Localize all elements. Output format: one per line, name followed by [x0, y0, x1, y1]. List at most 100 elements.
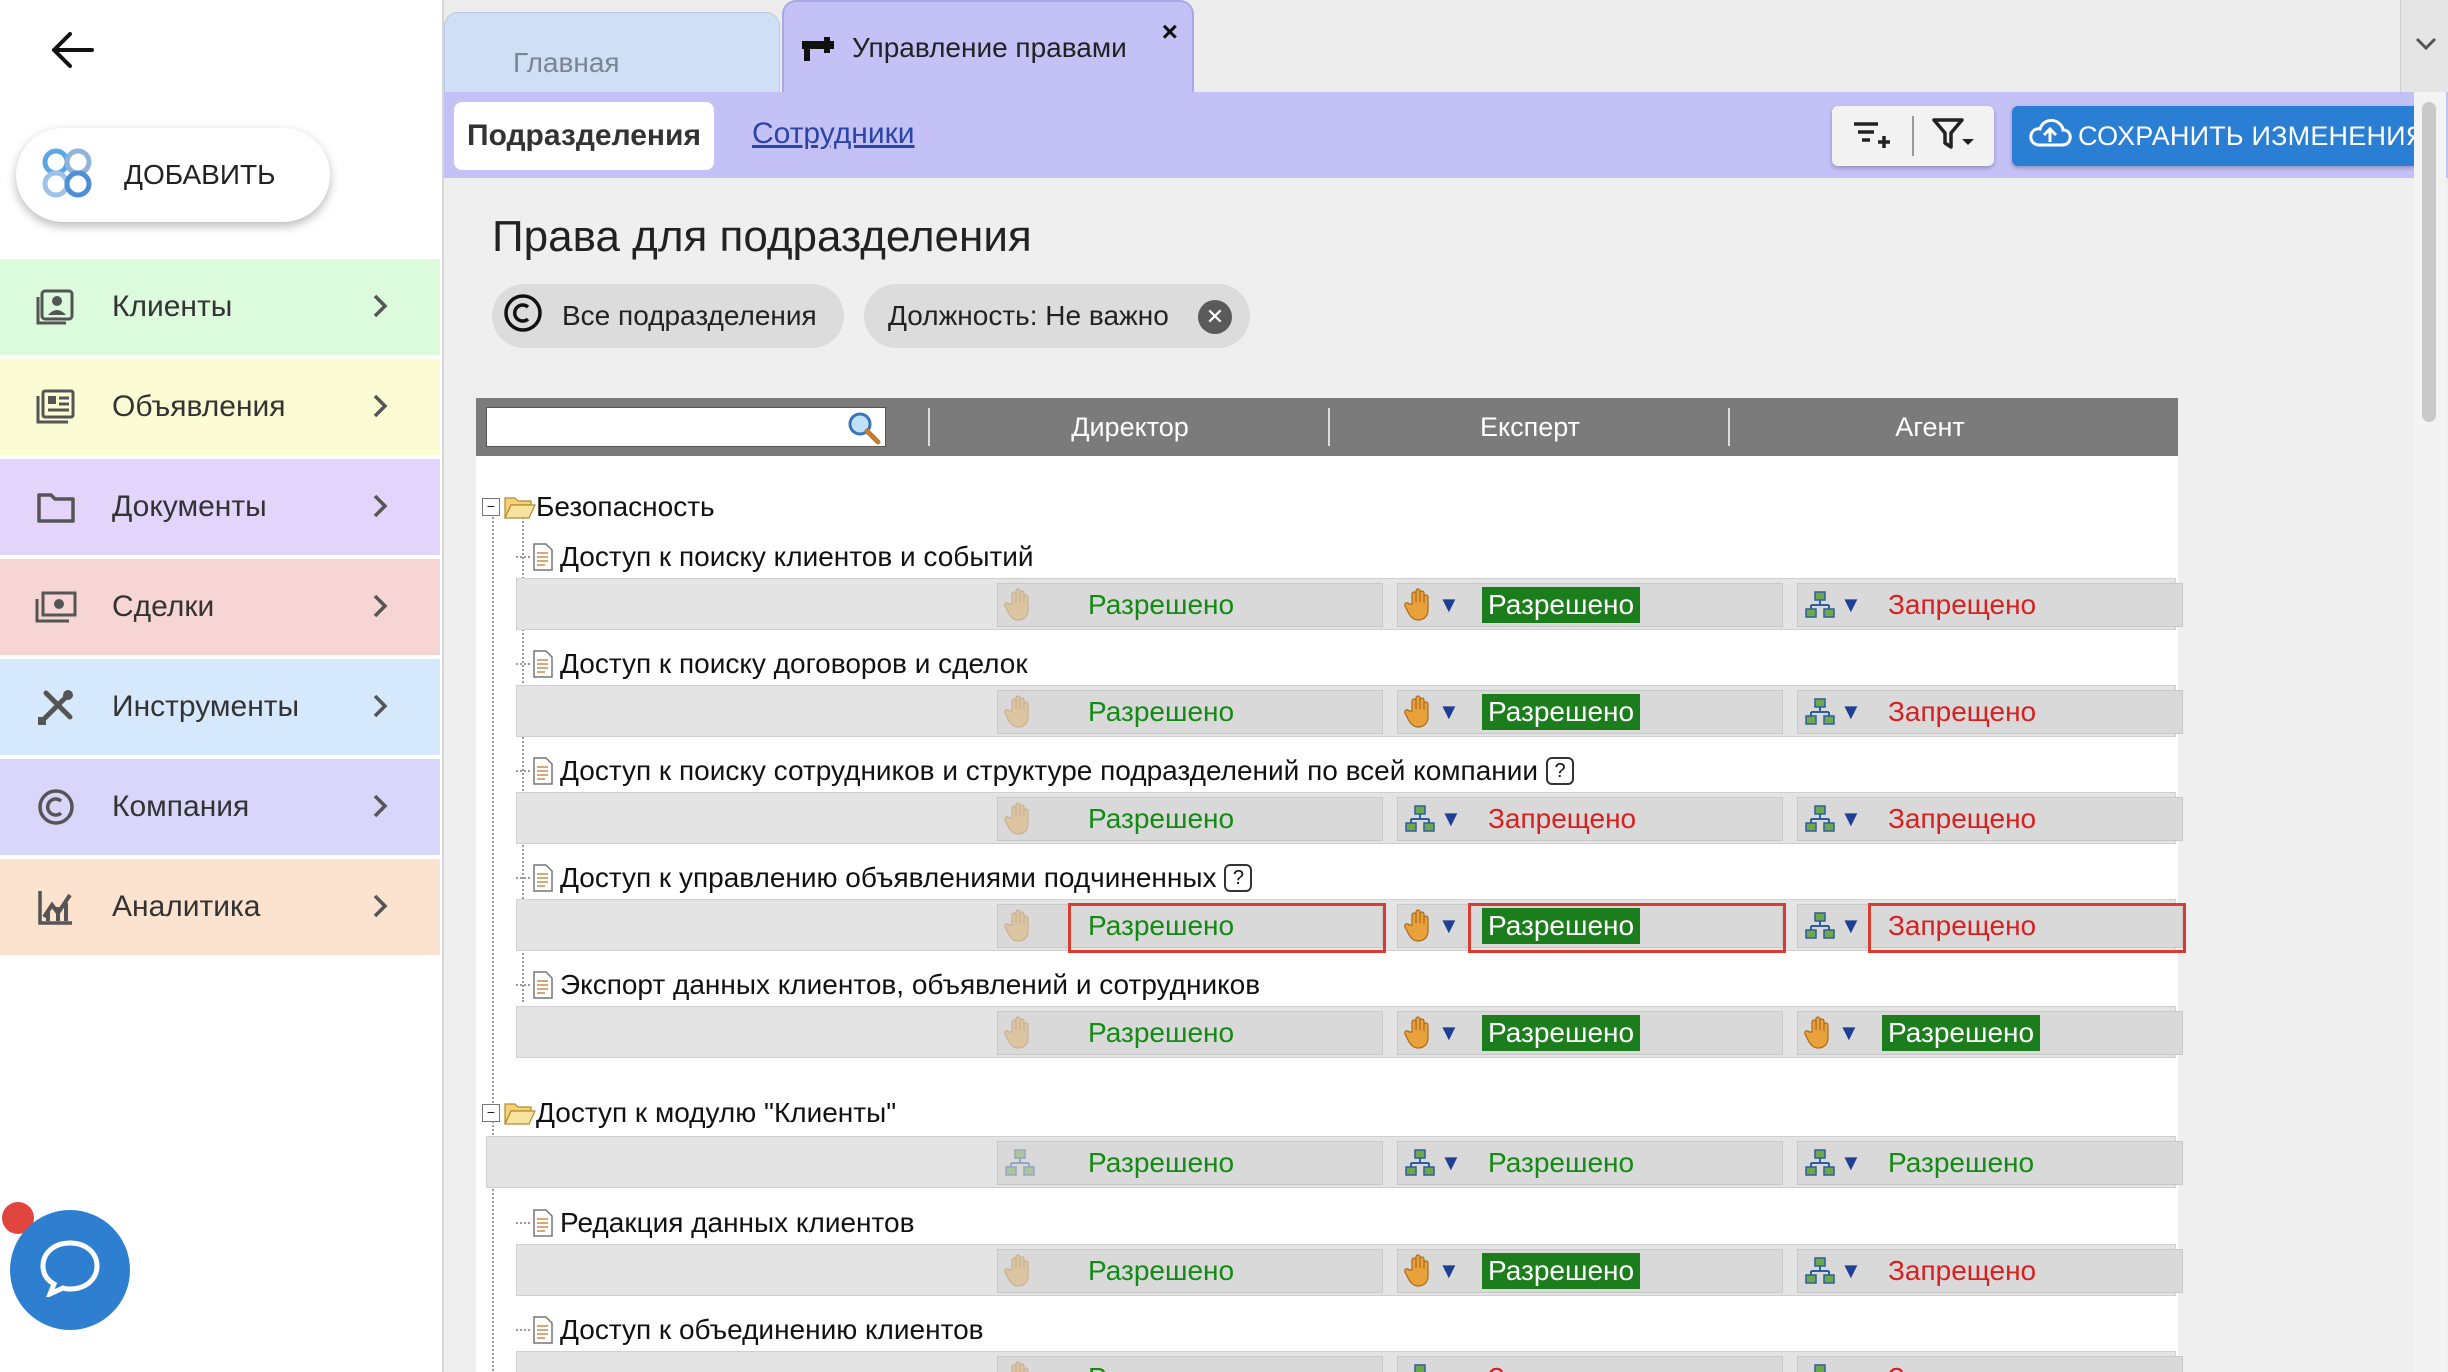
permission-source-tree[interactable]: ▼ — [1804, 802, 1868, 836]
permission-value[interactable]: Разрешено — [1882, 1145, 2040, 1181]
tab-employees-link[interactable]: Сотрудники — [752, 117, 915, 151]
permission-source-hand[interactable]: ▼ — [1404, 909, 1468, 943]
permission-value[interactable]: Разрешено — [1082, 1253, 1240, 1289]
sidebar-item-deals[interactable]: Сделки — [0, 559, 440, 655]
tree-item: Редакция данных клиентов — [516, 1198, 914, 1248]
permission-cell: ▼ Разрешено — [1797, 1011, 2183, 1055]
search-input[interactable] — [486, 407, 886, 447]
sidebar-item-company[interactable]: Компания — [0, 759, 440, 855]
chevron-right-icon — [372, 693, 388, 724]
rights-table: Директор Експерт Агент − Безопасность Дост… — [476, 398, 2186, 1372]
permission-source-tree[interactable]: ▼ — [1404, 1361, 1468, 1372]
permission-source-hand[interactable]: ▼ — [1404, 695, 1468, 729]
chevron-right-icon — [372, 493, 388, 524]
close-tab-icon[interactable]: × — [1162, 16, 1178, 48]
permission-source-tree[interactable]: ▼ — [1804, 1254, 1868, 1288]
scrollbar-thumb[interactable] — [2422, 102, 2436, 422]
permission-value[interactable]: Запрещено — [1882, 801, 2042, 837]
help-icon[interactable]: ? — [1224, 864, 1253, 892]
filter-dropdown-button[interactable] — [1914, 106, 1994, 166]
hand-icon — [1004, 1361, 1034, 1372]
permission-cell: ▼ Разрешено — [1797, 1141, 2183, 1185]
scrollbar[interactable] — [2414, 92, 2446, 1372]
tab-departments[interactable]: Подразделения — [454, 102, 714, 170]
permission-row: Разрешено ▼ Запрещено ▼ Запрещено — [516, 792, 2183, 844]
permission-value[interactable]: Запрещено — [1882, 1253, 2042, 1289]
hierarchy-icon — [1804, 697, 1836, 727]
save-changes-button[interactable]: СОХРАНИТЬ ИЗМЕНЕНИЯ — [2012, 106, 2434, 166]
search-icon[interactable] — [846, 410, 882, 451]
permission-value[interactable]: Разрешено — [1082, 1145, 1240, 1181]
hierarchy-icon — [1804, 1363, 1836, 1372]
permission-cell: Разрешено — [997, 583, 1383, 627]
sidebar-item-clients[interactable]: Клиенты — [0, 259, 440, 355]
permission-row: Разрешено ▼ Запрещено ▼ Запрещено — [516, 1351, 2183, 1372]
permission-source-tree[interactable]: ▼ — [1404, 802, 1468, 836]
permission-value[interactable]: Разрешено — [1482, 1015, 1641, 1051]
permission-value[interactable]: Разрешено — [1482, 694, 1641, 730]
department-chip[interactable]: Все подразделения — [492, 284, 844, 348]
tab-home-label: Главная — [513, 46, 620, 78]
chat-button[interactable] — [10, 1210, 130, 1330]
permission-value[interactable]: Запрещено — [1882, 694, 2042, 730]
permission-source-hand[interactable]: ▼ — [1804, 1016, 1868, 1050]
permission-source-tree[interactable]: ▼ — [1804, 695, 1868, 729]
position-chip[interactable]: Должность: Не важно ✕ — [864, 284, 1250, 348]
permission-value[interactable]: Разрешено — [1482, 1253, 1641, 1289]
permission-cell: ▼ Разрешено — [1397, 690, 1783, 734]
hierarchy-icon — [1804, 1256, 1836, 1286]
sidebar-item-label: Инструменты — [112, 690, 300, 723]
permission-source-tree[interactable]: ▼ — [1804, 909, 1868, 943]
back-arrow-icon[interactable] — [44, 22, 100, 78]
permission-value[interactable]: Разрешено — [1882, 1015, 2041, 1051]
permission-source-tree[interactable]: ▼ — [1804, 1361, 1868, 1372]
add-button[interactable]: ДОБАВИТЬ — [16, 128, 330, 222]
permission-value[interactable]: Запрещено — [1482, 801, 1642, 837]
permission-value[interactable]: Запрещено — [1882, 1360, 2042, 1372]
permission-value[interactable]: Запрещено — [1882, 587, 2042, 623]
copyright-icon — [502, 292, 544, 341]
permission-source-hand[interactable]: ▼ — [1404, 1254, 1468, 1288]
permission-source-hand[interactable]: ▼ — [1404, 588, 1468, 622]
sidebar-item-analytics[interactable]: Аналитика — [0, 859, 440, 955]
permission-value[interactable]: Разрешено — [1082, 801, 1240, 837]
permission-value[interactable]: Разрешено — [1482, 587, 1641, 623]
permission-value[interactable]: Разрешено — [1082, 694, 1240, 730]
sidebar-item-listings[interactable]: Объявления — [0, 359, 440, 455]
tab-home[interactable]: Главная — [444, 12, 780, 94]
chevron-right-icon — [372, 793, 388, 824]
gavel-icon — [798, 33, 838, 63]
sidebar-item-documents[interactable]: Документы — [0, 459, 440, 555]
permission-source-tree[interactable]: ▼ — [1804, 588, 1868, 622]
document-icon — [532, 543, 554, 571]
tab-rights-management[interactable]: Управление правами × — [782, 0, 1194, 94]
dropdown-caret-icon: ▼ — [1840, 806, 1862, 831]
hand-icon — [1004, 909, 1034, 943]
sidebar-item-tools[interactable]: Инструменты — [0, 659, 440, 755]
collapse-toggle-icon[interactable]: − — [482, 1104, 500, 1122]
permission-source-hand — [1004, 1361, 1068, 1372]
help-icon[interactable]: ? — [1546, 757, 1575, 785]
collapse-toggle-icon[interactable]: − — [482, 498, 500, 516]
permission-value[interactable]: Запрещено — [1482, 1360, 1642, 1372]
permission-value[interactable]: Разрешено — [1082, 1015, 1240, 1051]
hand-icon — [1004, 1254, 1034, 1288]
tabs-dropdown-button[interactable] — [2400, 0, 2448, 92]
permission-cell: ▼ Запрещено — [1397, 1356, 1783, 1372]
sidebar-item-label: Сделки — [112, 590, 215, 623]
permission-cell: ▼ Запрещено — [1797, 1356, 2183, 1372]
permission-source-tree[interactable]: ▼ — [1804, 1146, 1868, 1180]
permission-cell: ▼ Запрещено — [1397, 797, 1783, 841]
permission-source-tree[interactable]: ▼ — [1404, 1146, 1468, 1180]
permission-source-hand[interactable]: ▼ — [1404, 1016, 1468, 1050]
tree-item: Доступ к объединению клиентов — [516, 1305, 984, 1355]
permission-row: Разрешено ▼ Разрешено ▼ Запрещено — [516, 578, 2183, 630]
remove-chip-icon[interactable]: ✕ — [1198, 300, 1232, 334]
permission-value[interactable]: Разрешено — [1482, 1145, 1640, 1181]
tree-connector — [516, 770, 530, 772]
table-header: Директор Експерт Агент — [476, 398, 2178, 456]
permission-value[interactable]: Разрешено — [1082, 1360, 1240, 1372]
add-filter-button[interactable] — [1832, 106, 1912, 166]
permission-value[interactable]: Разрешено — [1082, 587, 1240, 623]
tree-group-label: Безопасность — [536, 491, 715, 522]
